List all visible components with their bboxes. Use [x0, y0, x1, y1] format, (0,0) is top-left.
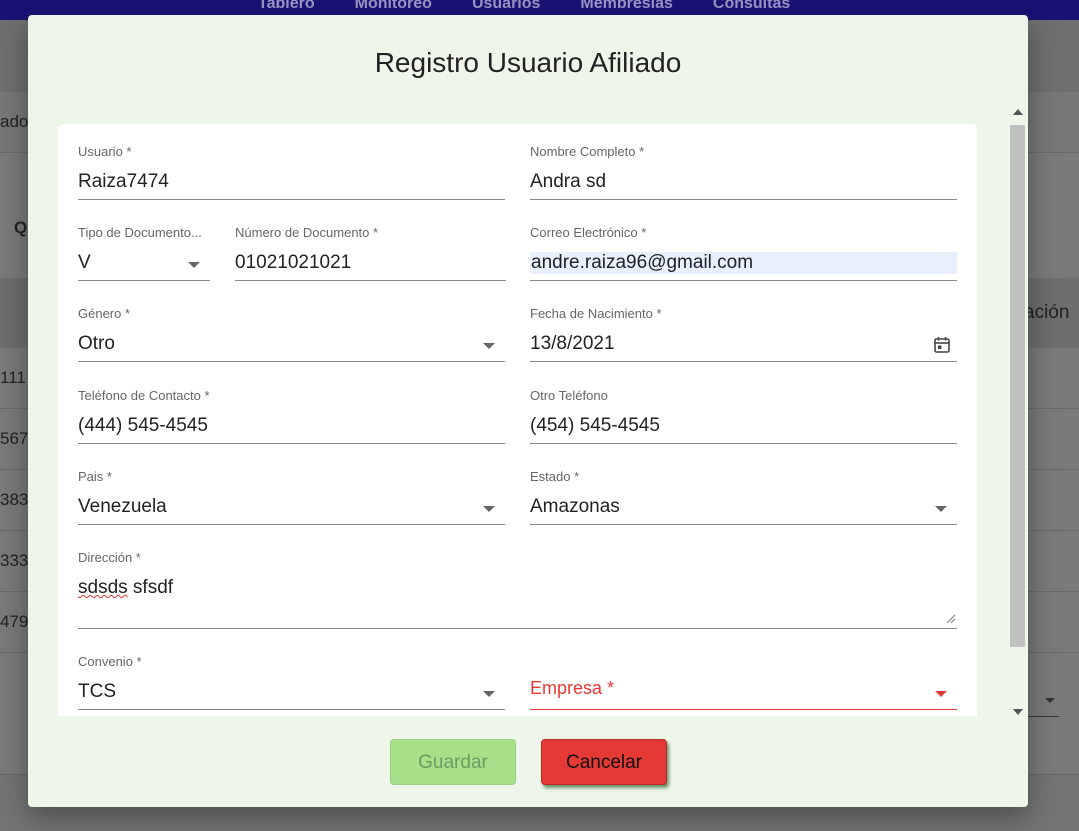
nav-consultas[interactable]: Consultas — [713, 0, 790, 13]
nombre-completo-label: Nombre Completo * — [530, 144, 645, 159]
telefono-contacto-field[interactable]: Teléfono de Contacto * (444) 545-4545 — [78, 388, 505, 444]
caret-down-icon[interactable] — [483, 343, 495, 349]
nombre-completo-field[interactable]: Nombre Completo * Andra sd — [530, 144, 957, 200]
scroll-down-arrow-icon[interactable] — [1013, 709, 1023, 715]
caret-down-icon — [1045, 698, 1055, 703]
fecha-nacimiento-field[interactable]: Fecha de Nacimiento * 13/8/2021 — [530, 306, 957, 362]
underline — [78, 524, 505, 525]
underline — [78, 709, 505, 710]
usuario-label: Usuario * — [78, 144, 132, 159]
direccion-label: Dirección * — [78, 550, 141, 565]
form-scrollbar[interactable] — [1008, 109, 1028, 715]
underline — [530, 199, 957, 200]
pais-select[interactable]: Pais * Venezuela — [78, 469, 505, 525]
fecha-nacimiento-value[interactable]: 13/8/2021 — [530, 333, 615, 355]
bg-header-label: ación — [1024, 302, 1070, 323]
fecha-nacimiento-label: Fecha de Nacimiento * — [530, 306, 662, 321]
caret-down-icon[interactable] — [188, 262, 200, 268]
convenio-label: Convenio * — [78, 654, 142, 669]
underline — [78, 280, 210, 281]
nav-tablero[interactable]: Tablero — [258, 0, 315, 13]
underline — [235, 280, 506, 281]
otro-telefono-label: Otro Teléfono — [530, 388, 608, 403]
underline — [78, 199, 505, 200]
nav-monitoreo[interactable]: Monitoreo — [355, 0, 432, 13]
underline — [530, 524, 957, 525]
form-scroll-area[interactable]: Usuario * Raiza7474 Nombre Completo * An… — [58, 124, 977, 716]
bg-breadcrumb-text: ado — [0, 112, 29, 131]
correo-electronico-value[interactable]: andre.raiza96@gmail.com — [530, 252, 957, 274]
bg-cell: 479 — [0, 612, 29, 631]
genero-select[interactable]: Género * Otro — [78, 306, 505, 362]
calendar-icon[interactable] — [933, 336, 951, 354]
underline — [530, 709, 957, 710]
genero-label: Género * — [78, 306, 131, 321]
bg-search-text: Q — [14, 218, 28, 237]
underline — [78, 361, 505, 362]
convenio-value[interactable]: TCS — [78, 681, 116, 703]
usuario-field[interactable]: Usuario * Raiza7474 — [78, 144, 505, 200]
empresa-select[interactable]: Empresa * — [530, 654, 957, 710]
genero-value[interactable]: Otro — [78, 333, 115, 355]
correo-electronico-field[interactable]: Correo Electrónico * andre.raiza96@gmail… — [530, 225, 957, 281]
underline — [530, 280, 957, 281]
pais-value[interactable]: Venezuela — [78, 496, 167, 518]
numero-documento-value[interactable]: 01021021021 — [235, 252, 351, 274]
caret-down-icon[interactable] — [935, 691, 947, 697]
nav-membresias[interactable]: Membresias — [580, 0, 673, 13]
convenio-select[interactable]: Convenio * TCS — [78, 654, 505, 710]
bg-rows-per-page-select — [1026, 690, 1059, 717]
tipo-documento-label: Tipo de Documento... — [78, 225, 202, 240]
form-card: Usuario * Raiza7474 Nombre Completo * An… — [58, 124, 977, 716]
numero-documento-field[interactable]: Número de Documento * 01021021021 — [235, 225, 506, 281]
underline — [530, 361, 957, 362]
otro-telefono-field[interactable]: Otro Teléfono (454) 545-4545 — [530, 388, 957, 444]
underline — [78, 628, 957, 629]
underline — [78, 443, 505, 444]
bg-cell: 111 — [0, 368, 26, 387]
cancelar-button[interactable]: Cancelar — [541, 739, 667, 785]
empresa-label: Empresa * — [530, 678, 615, 698]
direccion-word: sfsdf — [132, 577, 174, 598]
estado-select[interactable]: Estado * Amazonas — [530, 469, 957, 525]
bg-cell: 567 — [0, 429, 29, 448]
spellcheck-word: sdsds — [78, 577, 128, 598]
nav-usuarios[interactable]: Usuarios — [472, 0, 540, 13]
caret-down-icon[interactable] — [483, 691, 495, 697]
tipo-documento-value[interactable]: V — [78, 252, 91, 274]
telefono-contacto-label: Teléfono de Contacto * — [78, 388, 210, 403]
direccion-value[interactable]: sdsds sfsdf — [78, 577, 173, 599]
caret-down-icon[interactable] — [483, 506, 495, 512]
telefono-contacto-value[interactable]: (444) 545-4545 — [78, 415, 208, 437]
dialog-title: Registro Usuario Afiliado — [374, 47, 682, 78]
caret-down-icon[interactable] — [935, 506, 947, 512]
numero-documento-label: Número de Documento * — [235, 225, 379, 240]
registration-dialog: Registro Usuario Afiliado Usuario * Raiz… — [28, 15, 1028, 807]
estado-label: Estado * — [530, 469, 580, 484]
guardar-button[interactable]: Guardar — [390, 739, 516, 785]
resize-handle-icon[interactable] — [945, 613, 956, 624]
pais-label: Pais * — [78, 469, 112, 484]
estado-value[interactable]: Amazonas — [530, 496, 620, 518]
tipo-documento-select[interactable]: Tipo de Documento... V — [78, 225, 210, 281]
scrollbar-thumb[interactable] — [1010, 125, 1025, 647]
direccion-textarea[interactable]: Dirección * sdsds sfsdf — [78, 550, 957, 629]
nombre-completo-value[interactable]: Andra sd — [530, 171, 606, 193]
bg-cell: 383 — [0, 490, 29, 509]
correo-electronico-label: Correo Electrónico * — [530, 225, 647, 240]
underline — [530, 443, 957, 444]
otro-telefono-value[interactable]: (454) 545-4545 — [530, 415, 660, 437]
scroll-up-arrow-icon[interactable] — [1013, 109, 1023, 115]
bg-cell: 333 — [0, 551, 29, 570]
usuario-value[interactable]: Raiza7474 — [78, 171, 169, 193]
